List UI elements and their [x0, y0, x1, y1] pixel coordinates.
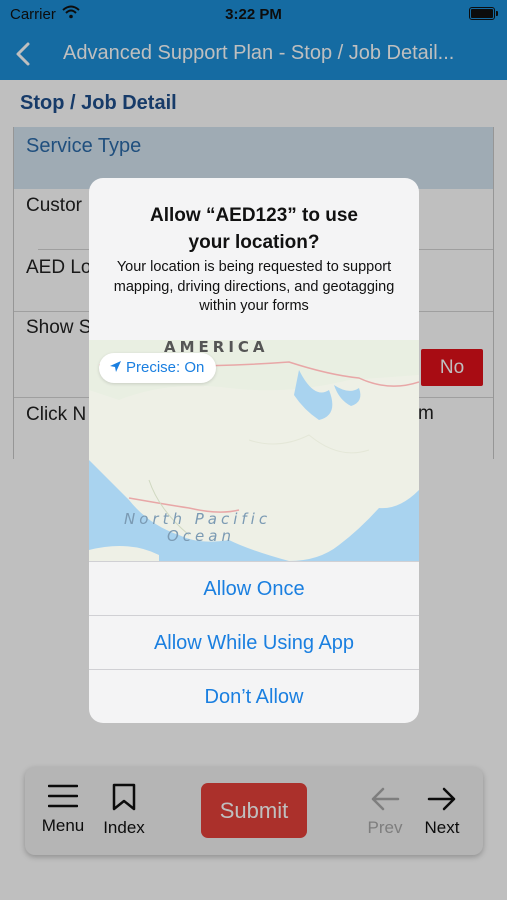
location-permission-alert: Allow “AED123” to use your location? You… — [89, 178, 419, 723]
alert-title-line2: your location? — [188, 232, 320, 253]
allow-while-using-app-button[interactable]: Allow While Using App — [89, 615, 419, 669]
alert-title: Allow “AED123” to use your location? — [89, 202, 419, 256]
location-map: AMERICA North Pacific Ocean Precise: On — [89, 340, 419, 561]
alert-title-line1: Allow “AED123” to use — [150, 205, 358, 226]
location-arrow-icon — [110, 361, 121, 372]
precise-label: Precise: On — [126, 359, 205, 376]
dont-allow-button[interactable]: Don’t Allow — [89, 669, 419, 723]
precise-toggle[interactable]: Precise: On — [99, 353, 217, 383]
allow-once-button[interactable]: Allow Once — [89, 561, 419, 615]
map-label-ocean-1: North Pacific — [124, 510, 272, 528]
map-label-ocean-2: Ocean — [167, 527, 235, 545]
alert-message: Your location is being requested to supp… — [113, 259, 395, 314]
